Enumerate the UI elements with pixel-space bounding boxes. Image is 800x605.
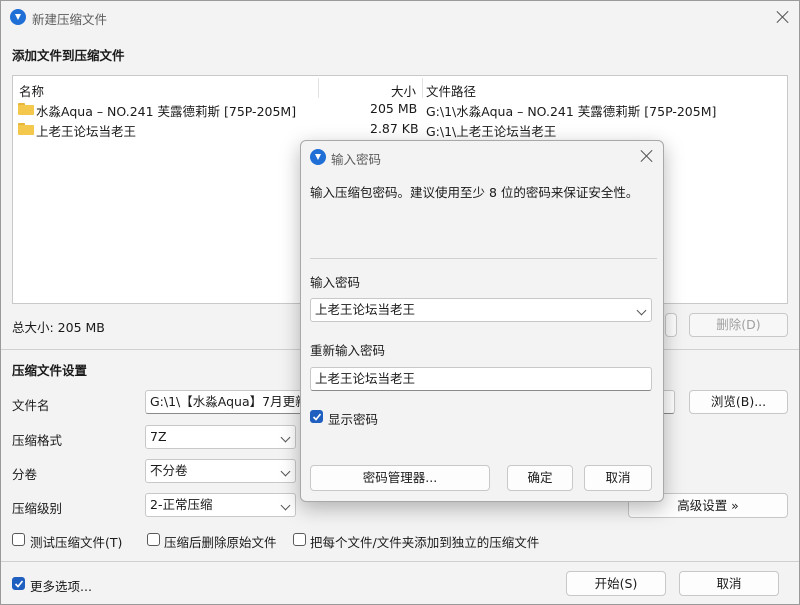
chevron-down-icon [280,432,291,443]
password-hint: 输入压缩包密码。建议使用至少 8 位的密码来保证安全性。 [310,185,639,200]
divider [310,258,657,259]
file-size: 205 MB [370,101,418,116]
split-label: 分卷 [12,467,38,482]
chevron-down-icon [280,500,291,511]
show-password-label[interactable]: 显示密码 [328,409,378,428]
more-options-checkbox[interactable] [12,577,25,590]
separate-archives-checkbox[interactable] [293,533,306,546]
column-separator[interactable] [422,78,423,98]
folder-icon [18,123,34,135]
split-value: 不分卷 [150,463,188,478]
ok-button[interactable]: 确定 [507,465,573,491]
add-button[interactable] [665,313,677,337]
password-dialog: 输入密码 输入压缩包密码。建议使用至少 8 位的密码来保证安全性。 输入密码 上… [300,140,664,502]
files-section-header: 添加文件到压缩文件 [12,48,125,63]
delete-after-checkbox[interactable] [147,533,160,546]
column-header-size[interactable]: 大小 [391,81,416,100]
format-value: 7Z [150,429,167,444]
window-title: 新建压缩文件 [32,12,108,27]
level-label: 压缩级别 [12,501,63,516]
close-icon[interactable] [776,10,790,24]
file-path: G:\1\水淼Aqua – NO.241 芙露德莉斯 [75P-205M] [426,104,717,119]
folder-icon [18,103,34,115]
divider [1,561,799,562]
dialog-cancel-button[interactable]: 取消 [584,465,652,491]
test-archive-label[interactable]: 测试压缩文件(T) [30,532,122,551]
split-select[interactable]: 不分卷 [145,459,296,483]
delete-button[interactable]: 删除(D) [689,313,788,337]
file-size: 2.87 KB [370,121,419,136]
file-name: 上老王论坛当老王 [36,124,137,139]
file-name: 水淼Aqua – NO.241 芙露德莉斯 [75P-205M] [36,104,297,119]
dialog-title: 输入密码 [331,152,382,167]
filename-label: 文件名 [12,398,50,413]
format-select[interactable]: 7Z [145,425,296,449]
password-label: 输入密码 [310,275,361,290]
more-options-label[interactable]: 更多选项... [30,576,92,595]
total-size: 总大小: 205 MB [12,320,105,335]
app-logo-icon [310,149,326,165]
password-combo[interactable]: 上老王论坛当老王 [310,298,652,322]
app-logo-icon [10,9,26,25]
test-archive-checkbox[interactable] [12,533,25,546]
show-password-checkbox[interactable] [310,410,323,423]
column-header-name[interactable]: 名称 [19,81,44,100]
browse-button[interactable]: 浏览(B)... [689,390,788,414]
level-select[interactable]: 2-正常压缩 [145,493,296,517]
password-manager-button[interactable]: 密码管理器... [310,465,490,491]
column-separator[interactable] [318,78,319,98]
cancel-button[interactable]: 取消 [679,571,779,596]
column-header-path[interactable]: 文件路径 [426,81,476,100]
reenter-password-input[interactable]: 上老王论坛当老王 [310,367,652,391]
settings-section-header: 压缩文件设置 [12,363,88,378]
password-value: 上老王论坛当老王 [315,302,416,317]
separate-archives-label[interactable]: 把每个文件/文件夹添加到独立的压缩文件 [310,532,539,551]
chevron-down-icon [280,466,291,477]
reenter-label: 重新输入密码 [310,343,386,358]
format-label: 压缩格式 [12,433,63,448]
level-value: 2-正常压缩 [150,497,213,512]
file-path: G:\1\上老王论坛当老王 [426,124,557,139]
delete-after-label[interactable]: 压缩后删除原始文件 [164,532,277,551]
title-bar: 新建压缩文件 [1,1,799,33]
chevron-down-icon[interactable] [636,305,647,316]
start-button[interactable]: 开始(S) [566,571,666,596]
close-icon[interactable] [640,149,654,163]
